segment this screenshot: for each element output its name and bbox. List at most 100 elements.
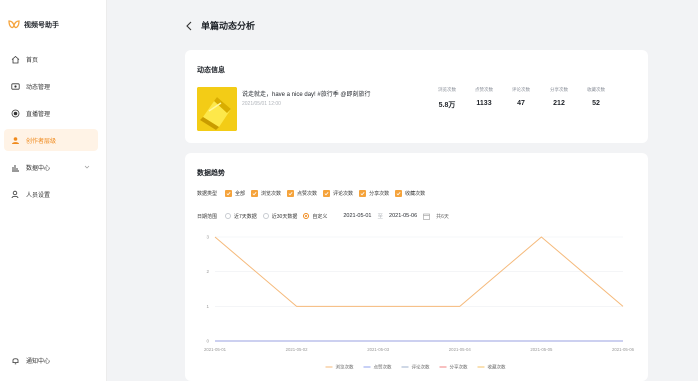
- sidebar-item-label: 首页: [26, 57, 39, 64]
- user-icon: [11, 190, 20, 199]
- stat-value: 212: [553, 100, 565, 107]
- sidebar-item-label: 直播管理: [26, 111, 51, 118]
- sidebar-item-label: 数据中心: [26, 165, 51, 172]
- checkbox-checked-icon: [225, 190, 232, 197]
- checkbox-all[interactable]: 全部: [225, 190, 245, 197]
- stat-value: 47: [517, 100, 525, 107]
- live-icon: [11, 109, 20, 118]
- card-title: 数据趋势: [197, 170, 225, 177]
- checkbox-favorites[interactable]: 收藏次数: [395, 190, 425, 197]
- sidebar-item-creator[interactable]: 创作者层级: [4, 129, 98, 151]
- range-day-count: 共6天: [436, 213, 449, 220]
- checkbox-comments[interactable]: 评论次数: [323, 190, 353, 197]
- sidebar-item-label: 创作者层级: [26, 138, 57, 145]
- stat-shares: 分享次数 212: [539, 87, 579, 107]
- sidebar-item-live[interactable]: 直播管理: [4, 102, 98, 124]
- checkbox-label: 浏览次数: [261, 191, 282, 197]
- filter-label: 日期范围: [197, 213, 218, 220]
- x-tick-label: 2021-05-06: [612, 347, 635, 352]
- y-tick-label: 3: [206, 235, 209, 240]
- end-date[interactable]: 2021-05-06: [389, 213, 417, 219]
- data-type-filter: 数据类型 全部 浏览次数 点赞次数 评论次数 分享次数 收藏次数: [197, 190, 431, 197]
- sidebar-item-label: 人员设置: [26, 192, 51, 199]
- legend-label: 收藏次数: [488, 364, 506, 371]
- stat-likes: 点赞次数 1133: [464, 87, 504, 107]
- date-range-picker[interactable]: 2021-05-01 至 2021-05-06: [339, 210, 434, 222]
- x-tick-label: 2021-05-05: [530, 347, 553, 352]
- sidebar-item-label: 动态管理: [26, 84, 51, 91]
- app-name: 视频号助手: [24, 22, 59, 29]
- date-range-filter: 日期范围 近7天数据 近30天数据 自定义 2021-05-01 至 2021-…: [197, 210, 449, 222]
- checkbox-shares[interactable]: 分享次数: [359, 190, 389, 197]
- trend-line-chart: 0 1 2 3 2021-05-01 2021-05-02 2021-05-03 2021-0…: [204, 235, 635, 371]
- stat-label: 点赞次数: [475, 87, 493, 92]
- y-tick-label: 2: [206, 269, 209, 274]
- radio-last-7-days[interactable]: 近7天数据: [225, 213, 257, 220]
- card-title: 动态信息: [197, 67, 225, 74]
- sidebar-item-members[interactable]: 人员设置: [4, 183, 98, 205]
- legend-label: 评论次数: [412, 364, 430, 371]
- trend-card: 数据趋势 数据类型 全部 浏览次数 点赞次数 评论次数 分享次数 收藏次数 日期…: [185, 153, 648, 381]
- notification-label: 通知中心: [26, 359, 51, 365]
- radio-custom[interactable]: 自定义: [303, 213, 327, 220]
- checkbox-checked-icon: [251, 190, 259, 197]
- checkbox-label: 全部: [235, 191, 246, 197]
- stat-label: 评论次数: [512, 87, 530, 92]
- y-tick-label: 0: [206, 339, 209, 344]
- legend-label: 分享次数: [450, 364, 468, 371]
- checkbox-checked-icon: [323, 190, 331, 197]
- home-icon: [11, 55, 20, 64]
- sidebar-nav: 首页 动态管理 直播管理 创作者层级 数据中心 人员设置: [4, 48, 98, 210]
- calendar-icon[interactable]: [423, 213, 430, 220]
- back-arrow-icon[interactable]: [185, 21, 193, 31]
- radio-label: 自定义: [312, 213, 328, 220]
- sidebar: 视频号助手 首页 动态管理 直播管理 创作者层级 数据中心 人员设置 通知中心: [0, 0, 107, 381]
- filter-label: 数据类型: [197, 191, 218, 197]
- checkbox-likes[interactable]: 点赞次数: [287, 190, 317, 197]
- stat-views: 浏览次数 5.8万: [427, 87, 467, 110]
- bell-icon: [11, 356, 20, 365]
- creator-icon: [11, 136, 20, 145]
- page-title: 单篇动态分析: [201, 21, 256, 31]
- x-tick-label: 2021-05-04: [449, 347, 472, 352]
- chevron-down-icon: [84, 165, 90, 169]
- stat-label: 分享次数: [550, 87, 568, 92]
- radio-icon: [262, 213, 269, 219]
- radio-last-30-days[interactable]: 近30天数据: [262, 213, 298, 220]
- stat-label: 浏览次数: [438, 87, 456, 92]
- stat-comments: 评论次数 47: [501, 87, 541, 107]
- checkbox-label: 评论次数: [333, 191, 354, 197]
- x-tick-label: 2021-05-02: [286, 347, 309, 352]
- checkbox-checked-icon: [287, 190, 295, 197]
- post-info-card: 动态信息 说走就走，have a nice day! #旅行季 @即刻旅行 20…: [185, 50, 648, 143]
- start-date[interactable]: 2021-05-01: [343, 213, 371, 219]
- notification-center[interactable]: 通知中心: [11, 356, 50, 365]
- stat-value: 52: [592, 100, 600, 107]
- stat-value: 5.8万: [438, 102, 456, 109]
- sidebar-item-posts[interactable]: 动态管理: [4, 75, 98, 97]
- checkbox-checked-icon: [359, 190, 367, 197]
- radio-icon: [225, 213, 231, 219]
- page-header: 单篇动态分析: [185, 19, 255, 32]
- radio-label: 近7天数据: [234, 213, 257, 220]
- stat-label: 收藏次数: [587, 87, 605, 92]
- stat-favorites: 收藏次数 52: [576, 87, 616, 107]
- brand[interactable]: 视频号助手: [8, 18, 59, 32]
- x-tick-label: 2021-05-03: [367, 347, 390, 352]
- checkbox-views[interactable]: 浏览次数: [251, 190, 281, 197]
- checkbox-label: 点赞次数: [297, 191, 318, 197]
- post-thumbnail[interactable]: [197, 87, 237, 131]
- date-separator: 至: [377, 214, 384, 220]
- thumbnail-image: [197, 87, 237, 131]
- radio-selected-icon: [303, 213, 310, 219]
- checkbox-label: 收藏次数: [405, 191, 426, 197]
- radio-label: 近30天数据: [271, 213, 298, 220]
- y-tick-label: 1: [206, 304, 209, 309]
- logo-icon: [8, 20, 20, 29]
- chart-icon: [11, 163, 20, 172]
- video-icon: [11, 82, 20, 91]
- sidebar-item-home[interactable]: 首页: [4, 48, 98, 70]
- checkbox-label: 分享次数: [369, 191, 390, 197]
- post-title: 说走就走，have a nice day! #旅行季 @即刻旅行: [242, 92, 371, 98]
- sidebar-item-data[interactable]: 数据中心: [4, 156, 98, 178]
